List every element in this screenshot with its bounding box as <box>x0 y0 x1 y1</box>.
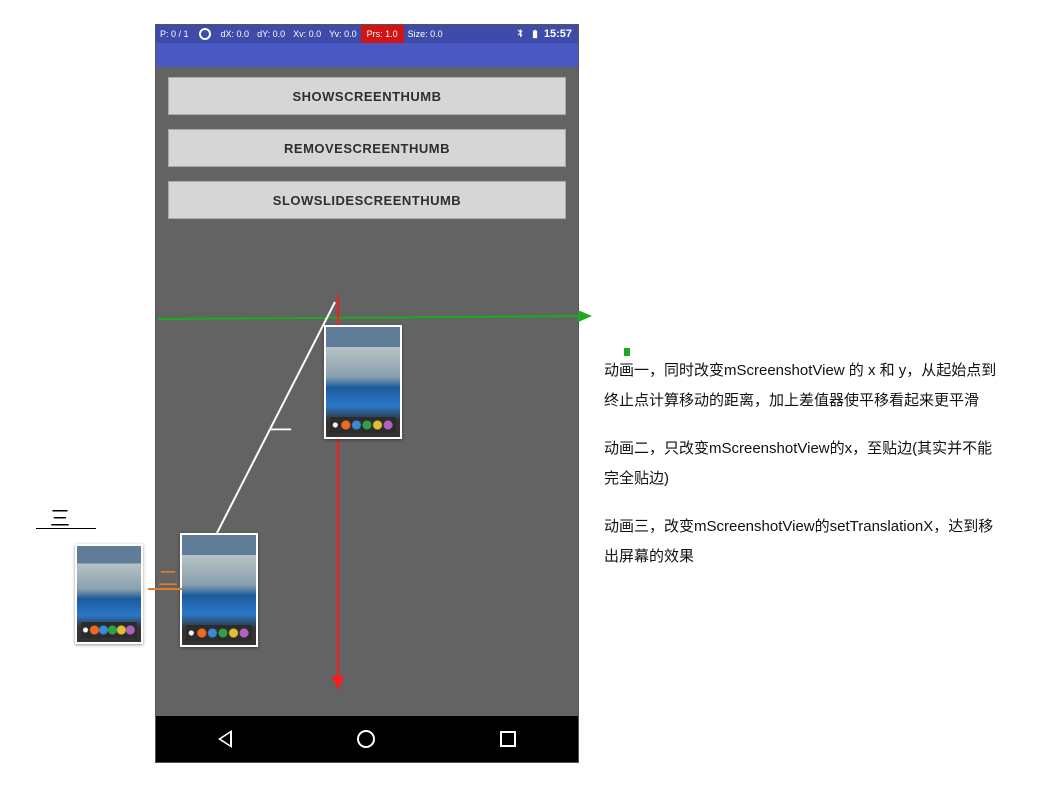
annotation-one: 动画一，同时改变mScreenshotView 的 x 和 y，从起始点到终止点… <box>604 356 1004 416</box>
navigation-bar <box>156 716 578 762</box>
nav-home-icon[interactable] <box>357 730 375 748</box>
screenshot-thumb-three <box>75 544 143 644</box>
show-screen-thumb-button[interactable]: SHOWSCREENTHUMB <box>168 77 566 115</box>
sb-pointer: P: 0 / 1 <box>156 29 193 39</box>
screenshot-thumb-two <box>180 533 258 647</box>
label-two: 二 <box>158 562 178 591</box>
sb-dx: dX: 0.0 <box>217 29 254 39</box>
label-one: 一 <box>270 413 292 445</box>
screenshot-thumb-one <box>324 325 402 439</box>
nav-back-icon[interactable] <box>218 730 232 748</box>
underline-two <box>148 588 182 590</box>
annotation-three: 动画三，改变mScreenshotView的setTranslationX，达到… <box>604 512 1004 572</box>
remove-screen-thumb-button[interactable]: REMOVESCREENTHUMB <box>168 129 566 167</box>
annotation-two: 动画二，只改变mScreenshotView的x，至贴边(其实并不能完全贴边) <box>604 434 1004 494</box>
sb-dy: dY: 0.0 <box>253 29 289 39</box>
green-tick-mark <box>624 348 630 356</box>
bluetooth-icon <box>514 28 526 40</box>
battery-icon <box>530 28 540 40</box>
sb-yv: Yv: 0.0 <box>325 29 361 39</box>
status-bar: P: 0 / 1 dX: 0.0 dY: 0.0 Xv: 0.0 Yv: 0.0… <box>156 25 578 43</box>
app-bar <box>156 43 578 67</box>
sb-indicator-circle <box>199 28 211 40</box>
label-three: 三 <box>50 502 70 531</box>
annotation-text: 动画一，同时改变mScreenshotView 的 x 和 y，从起始点到终止点… <box>604 356 1004 590</box>
underline-three <box>36 528 96 529</box>
button-area: SHOWSCREENTHUMB REMOVESCREENTHUMB SLOWSL… <box>156 67 578 237</box>
status-time: 15:57 <box>544 28 572 40</box>
sb-xv: Xv: 0.0 <box>289 29 325 39</box>
slow-slide-screen-thumb-button[interactable]: SLOWSLIDESCREENTHUMB <box>168 181 566 219</box>
status-right: 15:57 <box>514 28 578 40</box>
sb-prs: Prs: 1.0 <box>361 25 404 43</box>
sb-size: Size: 0.0 <box>404 29 447 39</box>
nav-recent-icon[interactable] <box>500 731 516 747</box>
